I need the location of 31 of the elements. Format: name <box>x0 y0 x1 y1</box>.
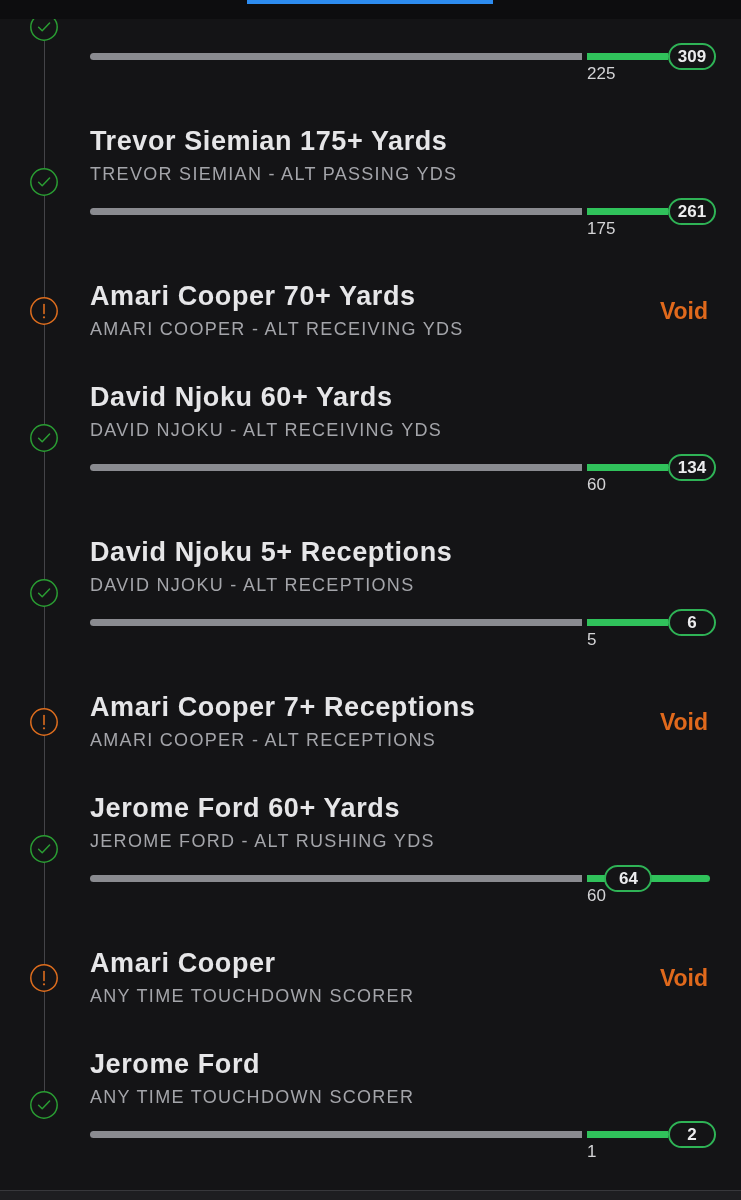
value-thumb: 261 <box>668 198 716 225</box>
threshold-label: 1 <box>587 1142 597 1161</box>
market-label: ANY TIME TOUCHDOWN SCORER <box>90 985 415 1008</box>
value-thumb: 64 <box>604 865 653 892</box>
bet-title: Trevor Siemian 175+ Yards <box>90 126 449 156</box>
market-label: DAVID NJOKU - ALT RECEPTIONS <box>90 574 416 597</box>
bet-title: Jerome Ford 60+ Yards <box>90 793 401 823</box>
result-label: Void <box>659 297 708 325</box>
threshold-label: 60 <box>587 475 606 494</box>
bet-title: David Njoku 5+ Receptions <box>90 537 454 567</box>
market-label: DAVID NJOKU - ALT RECEIVING YDS <box>90 419 444 442</box>
bet-title: Amari Cooper 7+ Receptions <box>90 692 476 722</box>
market-label: JEROME FORD - ALT RUSHING YDS <box>90 830 436 853</box>
value-thumb: 134 <box>668 454 716 481</box>
value-thumb: 309 <box>668 43 716 70</box>
market-label: ANY TIME TOUCHDOWN SCORER <box>90 1086 416 1109</box>
market-label: AMARI COOPER - ALT RECEPTIONS <box>90 729 438 752</box>
bet-title: David Njoku 60+ Yards <box>90 382 394 412</box>
threshold-label: 60 <box>587 886 606 905</box>
bet-title: Jerome Ford <box>90 1049 262 1079</box>
bet-title: Amari Cooper <box>90 948 277 978</box>
value-thumb: 2 <box>668 1121 716 1148</box>
result-label: Void <box>659 708 708 736</box>
value-thumb: 6 <box>668 609 716 636</box>
threshold-label: 5 <box>587 630 597 649</box>
market-label: AMARI COOPER - ALT RECEIVING YDS <box>90 318 464 341</box>
threshold-label: 175 <box>587 219 616 238</box>
result-label: Void <box>659 964 708 992</box>
threshold-label: 225 <box>587 64 616 83</box>
bet-title: Amari Cooper 70+ Yards <box>90 281 417 311</box>
market-label: TREVOR SIEMIAN - ALT PASSING YDS <box>90 163 459 186</box>
